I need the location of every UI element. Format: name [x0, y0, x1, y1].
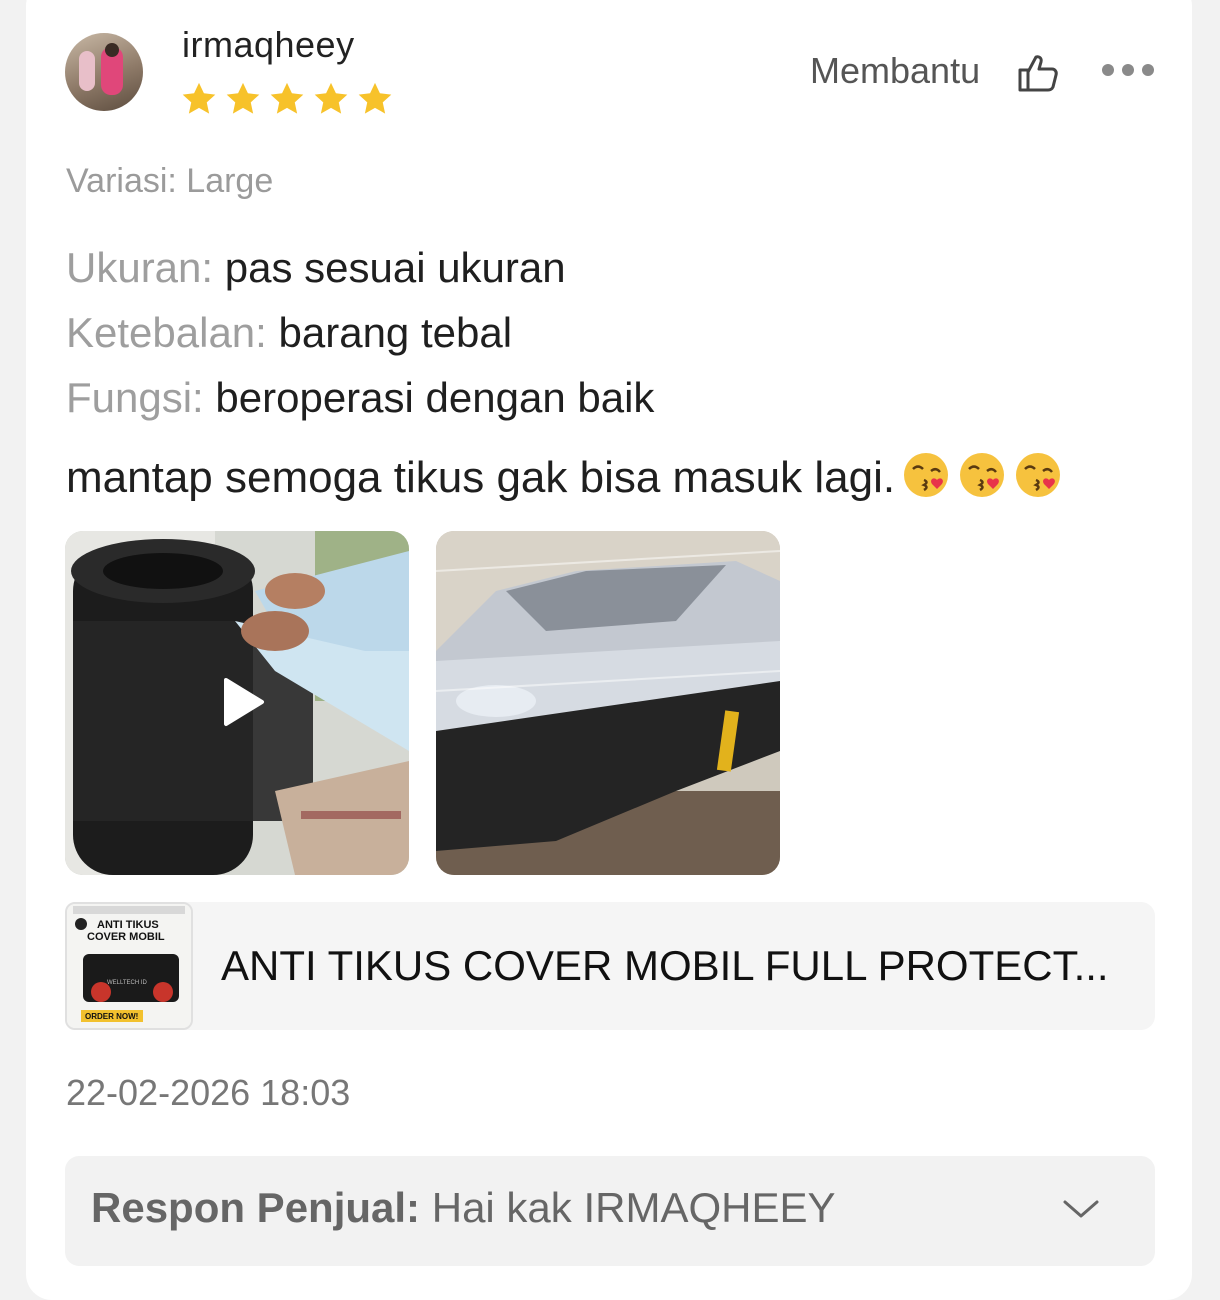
- seller-reply-label: Respon Penjual:: [91, 1184, 421, 1231]
- thumb-cta: ORDER NOW!: [85, 1012, 138, 1021]
- kissing-face-emoji-icon: [960, 453, 1005, 497]
- avatar[interactable]: [65, 33, 143, 111]
- star-icon: [358, 82, 392, 114]
- review-comment: mantap semoga tikus gak bisa masuk lagi.: [66, 450, 1063, 503]
- product-thumbnail-image: ANTI TIKUS COVER MOBIL WELLTECH ID ORDER…: [67, 904, 191, 1028]
- car-photo-image: [436, 531, 780, 875]
- attribute-row: Ukuran: pas sesuai ukuran: [66, 244, 566, 292]
- username[interactable]: irmaqheey: [182, 24, 355, 66]
- seller-reply-text: Respon Penjual: Hai kak IRMAQHEEY: [91, 1184, 836, 1232]
- attribute-value: barang tebal: [278, 309, 513, 356]
- review-date: 22-02-2026 18:03: [66, 1072, 351, 1113]
- star-icon: [314, 82, 348, 114]
- attribute-key: Ketebalan:: [66, 309, 267, 356]
- kissing-face-emoji-icon: [904, 453, 949, 497]
- attribute-key: Fungsi:: [66, 374, 204, 421]
- thumbs-up-icon[interactable]: [1016, 52, 1060, 94]
- seller-reply[interactable]: Respon Penjual: Hai kak IRMAQHEEY: [65, 1156, 1155, 1266]
- attribute-key: Ukuran:: [66, 244, 214, 291]
- product-title[interactable]: ANTI TIKUS COVER MOBIL FULL PROTECT...: [221, 942, 1121, 990]
- avatar-figure: [79, 51, 95, 91]
- thumb-brand: WELLTECH ID: [107, 980, 148, 986]
- star-icon: [226, 82, 260, 114]
- attribute-value: beroperasi dengan baik: [215, 374, 655, 421]
- product-link[interactable]: ANTI TIKUS COVER MOBIL WELLTECH ID ORDER…: [65, 902, 1155, 1030]
- rating-stars: [180, 80, 394, 118]
- star-icon: [270, 82, 304, 114]
- thumb-line2: COVER MOBIL: [87, 931, 165, 943]
- review-photo[interactable]: [436, 531, 780, 875]
- attribute-row: Fungsi: beroperasi dengan baik: [66, 374, 654, 422]
- dot-icon: [1142, 64, 1154, 76]
- star-icon: [182, 82, 216, 114]
- chevron-down-icon[interactable]: [1061, 1194, 1101, 1224]
- seller-reply-message: Hai kak IRMAQHEEY: [431, 1184, 836, 1231]
- attribute-row: Ketebalan: barang tebal: [66, 309, 512, 357]
- dot-icon: [1122, 64, 1134, 76]
- kissing-face-emoji-icon: [1016, 453, 1061, 497]
- helpful-label[interactable]: Membantu: [810, 50, 980, 92]
- avatar-figure-head: [105, 43, 119, 57]
- more-options-button[interactable]: [1102, 64, 1154, 76]
- dot-icon: [1102, 64, 1114, 76]
- product-thumbnail: ANTI TIKUS COVER MOBIL WELLTECH ID ORDER…: [65, 902, 193, 1030]
- attribute-value: pas sesuai ukuran: [224, 244, 566, 291]
- comment-text: mantap semoga tikus gak bisa masuk lagi.: [66, 453, 896, 502]
- variant-label: Variasi: Large: [66, 162, 274, 200]
- play-icon[interactable]: [222, 676, 266, 728]
- thumb-line1: ANTI TIKUS: [97, 919, 159, 931]
